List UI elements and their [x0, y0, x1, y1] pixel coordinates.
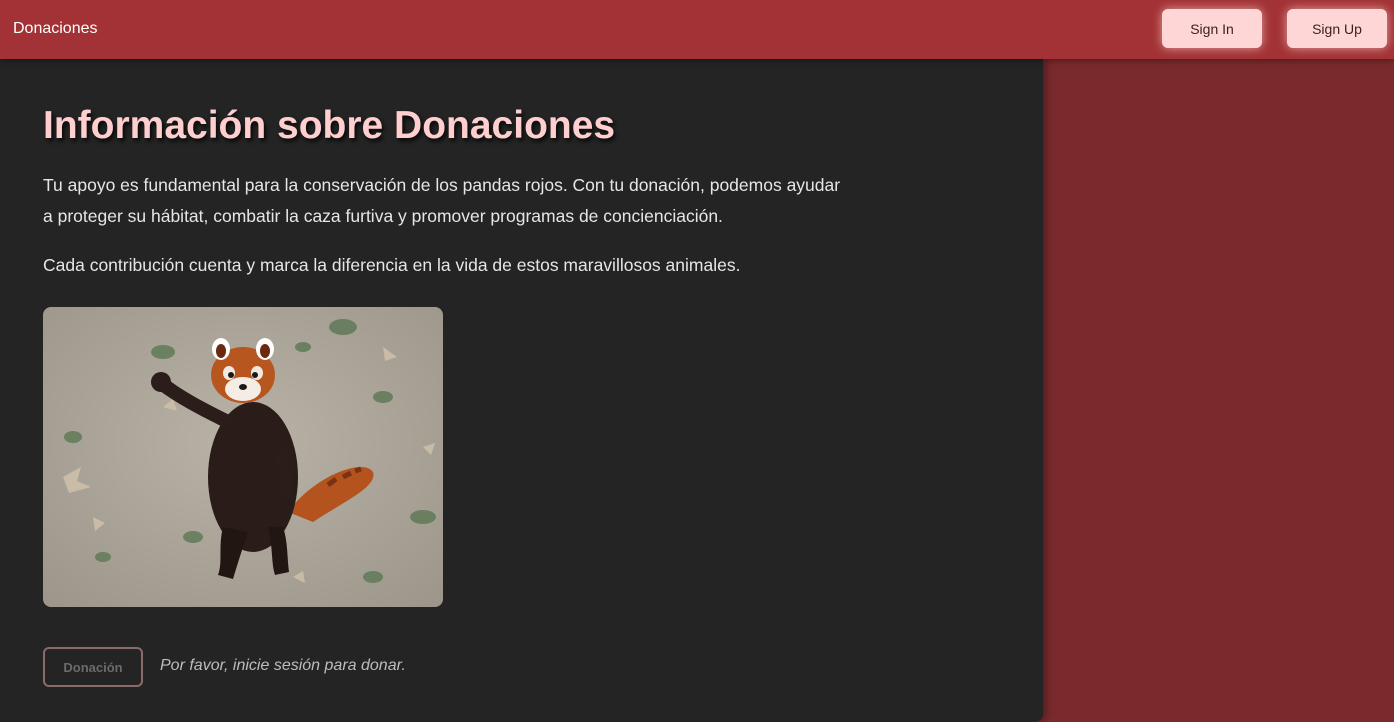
- donate-button[interactable]: Donación: [43, 647, 143, 687]
- main-content: Información sobre Donaciones Tu apoyo es…: [0, 59, 1043, 722]
- right-sidebar: [1043, 59, 1394, 722]
- top-navbar: Donaciones Sign In Sign Up: [0, 0, 1394, 59]
- contribution-paragraph: Cada contribución cuenta y marca la dife…: [43, 255, 741, 275]
- login-required-note: Por favor, inicie sesión para donar.: [160, 657, 406, 674]
- page-title: Información sobre Donaciones: [43, 104, 616, 147]
- red-panda-photo: [43, 307, 443, 607]
- brand-title[interactable]: Donaciones: [13, 20, 98, 38]
- intro-paragraph: Tu apoyo es fundamental para la conserva…: [43, 175, 841, 226]
- sign-up-button[interactable]: Sign Up: [1287, 9, 1387, 48]
- sign-in-button[interactable]: Sign In: [1162, 9, 1262, 48]
